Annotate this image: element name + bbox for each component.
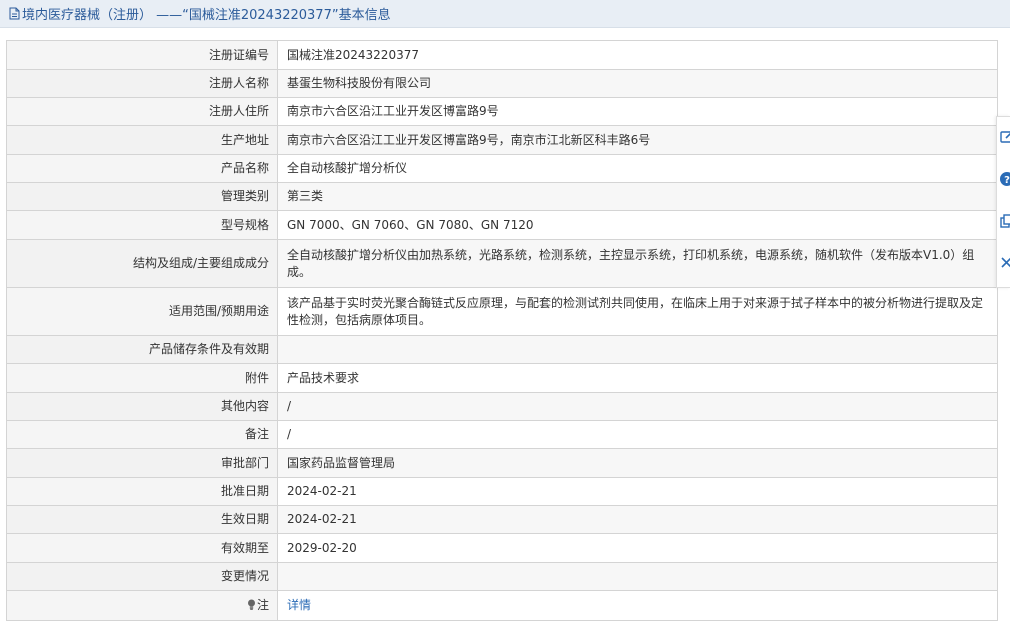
field-value: 基蛋生物科技股份有限公司 [277, 69, 998, 98]
table-row: 管理类别 第三类 [6, 182, 998, 211]
field-value: 2024-02-21 [277, 477, 998, 506]
field-label: 产品名称 [6, 154, 278, 183]
field-value: 2024-02-21 [277, 505, 998, 534]
field-label: 其他内容 [6, 392, 278, 421]
field-label: 适用范围/预期用途 [6, 287, 278, 336]
field-value-cell: 详情 [277, 590, 998, 621]
field-value: 国械注准20243220377 [277, 40, 998, 70]
table-row: 注 详情 [6, 590, 998, 621]
field-value: / [277, 392, 998, 421]
table-row: 备注 / [6, 420, 998, 449]
side-toolbar: ? [996, 116, 1010, 288]
svg-text:?: ? [1004, 175, 1010, 186]
help-icon[interactable]: ? [999, 171, 1010, 187]
field-label: 产品储存条件及有效期 [6, 335, 278, 364]
field-label: 生产地址 [6, 125, 278, 155]
field-label: 审批部门 [6, 448, 278, 478]
table-row: 审批部门 国家药品监督管理局 [6, 448, 998, 478]
field-value [277, 562, 998, 591]
field-value: 南京市六合区沿江工业开发区博富路9号，南京市江北新区科丰路6号 [277, 125, 998, 155]
table-row: 产品储存条件及有效期 [6, 335, 998, 364]
table-row: 适用范围/预期用途 该产品基于实时荧光聚合酶链式反应原理，与配套的检测试剂共同使… [6, 287, 998, 336]
field-value: GN 7000、GN 7060、GN 7080、GN 7120 [277, 210, 998, 240]
note-label-cell: 注 [6, 590, 278, 621]
field-label: 注 [256, 598, 269, 612]
field-label: 注册人名称 [6, 69, 278, 98]
field-value: / [277, 420, 998, 449]
table-row: 结构及组成/主要组成成分 全自动核酸扩增分析仪由加热系统，光路系统，检测系统，主… [6, 239, 998, 288]
table-row: 型号规格 GN 7000、GN 7060、GN 7080、GN 7120 [6, 210, 998, 240]
page-header: 境内医疗器械（注册） ——“国械注准20243220377”基本信息 [0, 0, 1010, 28]
copy-icon[interactable] [999, 213, 1010, 229]
field-label: 有效期至 [6, 533, 278, 563]
table-row: 其他内容 / [6, 392, 998, 421]
field-label: 生效日期 [6, 505, 278, 534]
record-table: 注册证编号 国械注准20243220377 注册人名称 基蛋生物科技股份有限公司… [6, 40, 998, 621]
field-label: 注册人住所 [6, 97, 278, 126]
field-value: 全自动核酸扩增分析仪 [277, 154, 998, 183]
field-value: 第三类 [277, 182, 998, 211]
table-row: 注册证编号 国械注准20243220377 [6, 40, 998, 70]
table-row: 生产地址 南京市六合区沿江工业开发区博富路9号，南京市江北新区科丰路6号 [6, 125, 998, 155]
field-value: 该产品基于实时荧光聚合酶链式反应原理，与配套的检测试剂共同使用，在临床上用于对来… [277, 287, 998, 336]
field-label: 附件 [6, 363, 278, 393]
table-row: 注册人住所 南京市六合区沿江工业开发区博富路9号 [6, 97, 998, 126]
field-value: 产品技术要求 [277, 363, 998, 393]
field-label: 变更情况 [6, 562, 278, 591]
table-row: 附件 产品技术要求 [6, 363, 998, 393]
field-label: 批准日期 [6, 477, 278, 506]
field-label: 注册证编号 [6, 40, 278, 70]
field-value: 全自动核酸扩增分析仪由加热系统，光路系统，检测系统，主控显示系统，打印机系统，电… [277, 239, 998, 288]
field-value: 南京市六合区沿江工业开发区博富路9号 [277, 97, 998, 126]
table-row: 变更情况 [6, 562, 998, 591]
field-label: 备注 [6, 420, 278, 449]
page-title: 境内医疗器械（注册） ——“国械注准20243220377”基本信息 [22, 8, 391, 23]
table-row: 有效期至 2029-02-20 [6, 533, 998, 563]
details-link[interactable]: 详情 [287, 598, 311, 612]
field-value [277, 335, 998, 364]
edit-icon[interactable] [999, 129, 1010, 145]
document-icon [8, 7, 20, 20]
close-icon[interactable] [999, 255, 1010, 271]
lightbulb-icon [247, 598, 256, 610]
field-label: 管理类别 [6, 182, 278, 211]
table-row: 产品名称 全自动核酸扩增分析仪 [6, 154, 998, 183]
table-row: 批准日期 2024-02-21 [6, 477, 998, 506]
field-value: 2029-02-20 [277, 533, 998, 563]
table-row: 注册人名称 基蛋生物科技股份有限公司 [6, 69, 998, 98]
field-value: 国家药品监督管理局 [277, 448, 998, 478]
field-label: 结构及组成/主要组成成分 [6, 239, 278, 288]
field-label: 型号规格 [6, 210, 278, 240]
table-row: 生效日期 2024-02-21 [6, 505, 998, 534]
